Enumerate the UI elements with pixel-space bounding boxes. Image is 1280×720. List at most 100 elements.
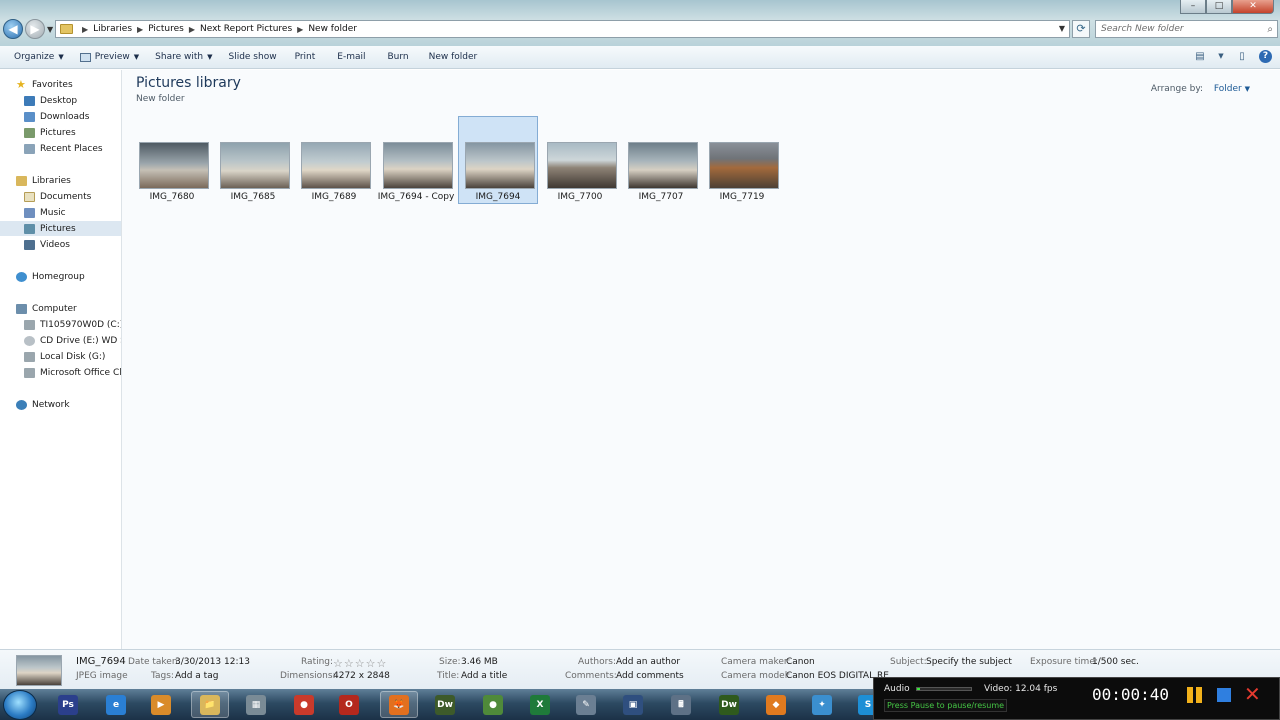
file-tile[interactable]: IMG_7685 xyxy=(213,116,293,204)
tags-field[interactable]: Add a tag xyxy=(175,671,218,681)
taskbar-app-7[interactable]: 🦊 xyxy=(380,691,418,718)
taskbar-app-11[interactable]: ✎ xyxy=(567,691,605,718)
sidebar-item-desktop[interactable]: Desktop xyxy=(0,93,121,108)
organize-button[interactable]: Organize ▼ xyxy=(0,52,72,62)
address-dropdown-icon[interactable]: ▼ xyxy=(1059,24,1065,33)
search-icon[interactable]: ⌕ xyxy=(1267,22,1273,38)
camera-model-label: Camera model: xyxy=(721,671,791,681)
taskbar-app-2[interactable]: ▶ xyxy=(142,691,180,718)
change-view-icon[interactable]: ▤ xyxy=(1193,50,1207,63)
taskbar-app-12[interactable]: ▣ xyxy=(614,691,652,718)
app-icon: ✎ xyxy=(576,694,596,715)
taskbar-app-6[interactable]: O xyxy=(330,691,368,718)
breadcrumb-pictures[interactable]: Pictures xyxy=(148,24,184,34)
sidebar-item-pictures[interactable]: Pictures xyxy=(0,221,121,236)
camera-maker-label: Camera maker: xyxy=(721,657,791,667)
file-tile[interactable]: IMG_7694 - Copy xyxy=(376,116,456,204)
search-input[interactable]: Search New folder ⌕ xyxy=(1095,20,1278,38)
arrange-by-label: Arrange by: xyxy=(1150,84,1204,94)
chevron-right-icon[interactable]: ▶ xyxy=(297,25,303,34)
sidebar-item-drive-e[interactable]: CD Drive (E:) WD Sm xyxy=(0,333,121,348)
file-tile[interactable]: IMG_7700 xyxy=(540,116,620,204)
close-button[interactable]: ✕ xyxy=(1232,0,1274,14)
taskbar-app-0[interactable]: Ps xyxy=(49,691,87,718)
sidebar-item-network[interactable]: Network xyxy=(0,397,121,412)
sidebar-item-drive-g[interactable]: Local Disk (G:) xyxy=(0,349,121,364)
slide-show-button[interactable]: Slide show xyxy=(220,52,284,62)
chevron-right-icon[interactable]: ▶ xyxy=(82,25,88,34)
file-tile[interactable]: IMG_7689 xyxy=(294,116,374,204)
chevron-right-icon[interactable]: ▶ xyxy=(137,25,143,34)
taskbar-app-4[interactable]: ▦ xyxy=(237,691,275,718)
sidebar-item-libraries[interactable]: Libraries xyxy=(0,173,121,188)
exposure-label: Exposure time: xyxy=(1030,657,1098,667)
start-button[interactable] xyxy=(3,690,37,720)
date-taken-value[interactable]: 3/30/2013 12:13 xyxy=(175,657,250,667)
new-folder-button[interactable]: New folder xyxy=(419,52,488,62)
sidebar-item-music[interactable]: Music xyxy=(0,205,121,220)
chevron-right-icon[interactable]: ▶ xyxy=(189,25,195,34)
minimize-button[interactable]: – xyxy=(1180,0,1206,14)
sidebar-item-downloads[interactable]: Downloads xyxy=(0,109,121,124)
preview-pane-icon[interactable]: ▯ xyxy=(1235,50,1249,63)
pause-icon[interactable] xyxy=(1187,687,1203,703)
subject-field[interactable]: Specify the subject xyxy=(926,657,1012,667)
address-bar[interactable]: ▶ Libraries ▶ Pictures ▶ Next Report Pic… xyxy=(55,20,1070,38)
taskbar-app-10[interactable]: X xyxy=(521,691,559,718)
back-arrow-icon[interactable]: ◀ xyxy=(3,19,23,39)
authors-field[interactable]: Add an author xyxy=(616,657,680,667)
file-tile[interactable]: IMG_7707 xyxy=(621,116,701,204)
file-name: IMG_7689 xyxy=(311,192,357,202)
refresh-icon[interactable]: ⟳ xyxy=(1072,20,1090,38)
app-icon: Ps xyxy=(58,694,78,715)
chevron-down-icon: ▼ xyxy=(207,53,213,61)
preview-button[interactable]: Preview ▼ xyxy=(72,52,147,62)
chevron-down-icon[interactable]: ▼ xyxy=(1217,50,1225,63)
sidebar-item-recent-places[interactable]: Recent Places xyxy=(0,141,121,156)
sidebar-item-label: Music xyxy=(40,207,66,218)
taskbar-app-8[interactable]: Dw xyxy=(426,691,464,718)
file-name: IMG_7700 xyxy=(557,192,603,202)
sidebar-item-videos[interactable]: Videos xyxy=(0,237,121,252)
arrange-by-value: Folder xyxy=(1213,84,1242,94)
taskbar-app-1[interactable]: e xyxy=(97,691,135,718)
taskbar-app-3[interactable]: 📁 xyxy=(191,691,229,718)
breadcrumb-libraries[interactable]: Libraries xyxy=(93,24,132,34)
taskbar-app-14[interactable]: Dw xyxy=(710,691,748,718)
sidebar-item-homegroup[interactable]: Homegroup xyxy=(0,269,121,284)
burn-button[interactable]: Burn xyxy=(378,52,419,62)
taskbar-app-13[interactable]: 🖩 xyxy=(662,691,700,718)
sidebar-item-drive-c[interactable]: TI105970W0D (C:) xyxy=(0,317,121,332)
help-icon[interactable]: ? xyxy=(1259,50,1272,63)
camera-maker-value[interactable]: Canon xyxy=(786,657,815,667)
app-icon: X xyxy=(530,694,550,715)
sidebar-item-favorites[interactable]: ★ Favorites xyxy=(0,77,121,92)
taskbar-app-16[interactable]: ✦ xyxy=(803,691,841,718)
close-icon[interactable]: ✕ xyxy=(1244,682,1261,706)
breadcrumb-next-report-pictures[interactable]: Next Report Pictures xyxy=(200,24,292,34)
maximize-button[interactable]: □ xyxy=(1206,0,1232,14)
recording-timer: 00:00:40 xyxy=(1092,685,1170,704)
sidebar-item-pictures-favorite[interactable]: Pictures xyxy=(0,125,121,140)
taskbar-app-9[interactable]: ● xyxy=(474,691,512,718)
comments-field[interactable]: Add comments xyxy=(616,671,684,681)
file-tile[interactable]: IMG_7719 xyxy=(702,116,782,204)
sidebar-item-computer[interactable]: Computer xyxy=(0,301,121,316)
print-button[interactable]: Print xyxy=(285,52,326,62)
forward-arrow-icon[interactable]: ▶ xyxy=(25,19,45,39)
sidebar-item-office-click[interactable]: Microsoft Office Clic xyxy=(0,365,121,380)
arrange-by-dropdown[interactable]: Folder ▼ xyxy=(1214,84,1250,94)
sidebar-item-documents[interactable]: Documents xyxy=(0,189,121,204)
taskbar-app-5[interactable]: ● xyxy=(285,691,323,718)
file-tile[interactable]: IMG_7680 xyxy=(132,116,212,204)
rating-stars[interactable]: ☆☆☆☆☆ xyxy=(333,657,387,670)
breadcrumb-new-folder[interactable]: New folder xyxy=(308,24,357,34)
title-field[interactable]: Add a title xyxy=(461,671,507,681)
stop-icon[interactable] xyxy=(1217,688,1231,702)
recent-pages-dropdown-icon[interactable]: ▼ xyxy=(47,25,53,34)
video-fps-label: Video: 12.04 fps xyxy=(984,684,1058,694)
taskbar-app-15[interactable]: ◆ xyxy=(757,691,795,718)
file-tile-selected[interactable]: IMG_7694 xyxy=(458,116,538,204)
email-button[interactable]: E-mail xyxy=(325,52,377,62)
share-with-button[interactable]: Share with ▼ xyxy=(147,52,220,62)
